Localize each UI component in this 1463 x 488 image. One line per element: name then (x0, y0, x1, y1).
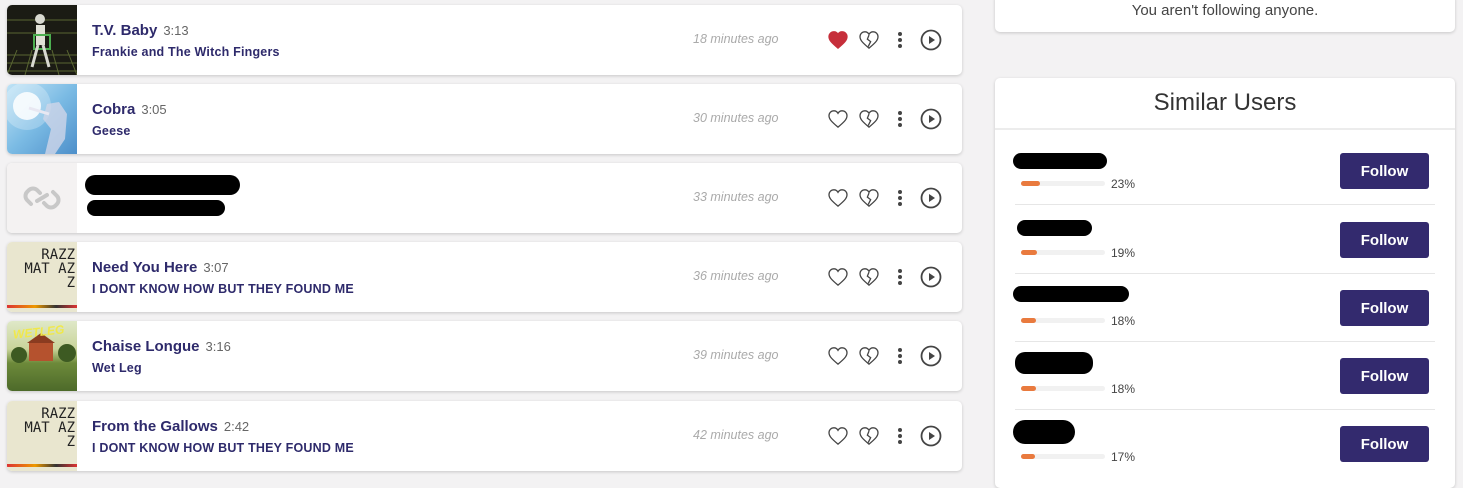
album-cover[interactable] (7, 163, 77, 233)
row-divider (1015, 409, 1435, 410)
track-title[interactable]: Cobra (92, 101, 135, 118)
similarity-bar-fill (1021, 454, 1035, 459)
broken-heart-icon[interactable] (858, 29, 880, 51)
more-options-icon[interactable] (889, 345, 911, 367)
more-options-icon[interactable] (889, 108, 911, 130)
track-row: WETLEG Chaise Longue 3:16 Wet Leg 39 minu… (7, 321, 962, 391)
track-title[interactable]: Need You Here (92, 259, 197, 276)
played-time: 42 minutes ago (693, 428, 779, 442)
more-options-icon[interactable] (889, 187, 911, 209)
similarity-bar (1021, 181, 1105, 186)
follow-button[interactable]: Follow (1340, 153, 1429, 189)
more-options-icon[interactable] (889, 29, 911, 51)
redacted-username (1017, 220, 1092, 236)
track-title[interactable]: From the Gallows (92, 418, 218, 435)
play-icon[interactable] (920, 425, 942, 447)
similarity-bar (1021, 386, 1105, 391)
track-row: RAZZ MAT AZ Z Need You Here 3:07 I DONT K… (7, 242, 962, 312)
redacted-username (1013, 153, 1107, 169)
redacted-artist (87, 200, 225, 216)
redacted-username (1015, 352, 1093, 374)
similar-user-row: 17% Follow (995, 420, 1455, 486)
album-cover[interactable] (7, 84, 77, 154)
track-title[interactable]: T.V. Baby (92, 22, 157, 39)
heart-icon[interactable] (827, 425, 849, 447)
album-cover-text: RAZZ MAT AZ Z (24, 406, 75, 450)
more-options-icon[interactable] (889, 266, 911, 288)
track-artist[interactable]: Frankie and The Witch Fingers (92, 45, 280, 59)
played-time: 30 minutes ago (693, 111, 779, 125)
play-icon[interactable] (920, 108, 942, 130)
similarity-bar-fill (1021, 250, 1037, 255)
row-divider (1015, 273, 1435, 274)
follow-button[interactable]: Follow (1340, 222, 1429, 258)
more-options-icon[interactable] (889, 425, 911, 447)
similarity-percent: 17% (1111, 450, 1136, 464)
played-time: 18 minutes ago (693, 32, 779, 46)
track-row: Cobra 3:05 Geese 30 minutes ago (7, 84, 962, 154)
broken-heart-icon[interactable] (858, 266, 880, 288)
redacted-username (1013, 286, 1129, 302)
following-empty-message: You aren't following anyone. (1131, 2, 1319, 19)
track-artist[interactable]: I DONT KNOW HOW BUT THEY FOUND ME (92, 441, 354, 455)
track-artist[interactable]: Wet Leg (92, 361, 231, 375)
panel-header-divider (995, 128, 1455, 130)
track-title[interactable]: Chaise Longue (92, 338, 200, 355)
similarity-bar-fill (1021, 386, 1036, 391)
track-duration: 3:16 (205, 339, 231, 354)
follow-button[interactable]: Follow (1340, 426, 1429, 462)
track-artist[interactable]: Geese (92, 124, 167, 138)
track-artist[interactable]: I DONT KNOW HOW BUT THEY FOUND ME (92, 282, 354, 296)
play-icon[interactable] (920, 187, 942, 209)
similarity-bar (1021, 454, 1105, 459)
track-row: T.V. Baby 3:13 Frankie and The Witch Fing… (7, 5, 962, 75)
album-cover[interactable]: WETLEG (7, 321, 77, 391)
similarity-bar-fill (1021, 181, 1040, 186)
played-time: 39 minutes ago (693, 348, 779, 362)
track-duration: 3:07 (203, 260, 229, 275)
heart-icon[interactable] (827, 108, 849, 130)
heart-icon[interactable] (827, 345, 849, 367)
album-cover[interactable]: RAZZ MAT AZ Z (7, 242, 77, 312)
similar-users-panel: Similar Users 23% Follow 19% Follow 18% … (995, 78, 1455, 488)
similarity-percent: 23% (1111, 177, 1136, 191)
album-cover-text: RAZZ MAT AZ Z (24, 247, 75, 291)
track-duration: 3:13 (163, 23, 189, 38)
row-divider (1015, 204, 1435, 205)
played-time: 36 minutes ago (693, 269, 779, 283)
track-duration: 2:42 (223, 419, 250, 434)
played-time: 33 minutes ago (693, 190, 779, 204)
heart-icon[interactable] (827, 187, 849, 209)
follow-button[interactable]: Follow (1340, 358, 1429, 394)
link-icon (23, 186, 61, 210)
heart-icon[interactable] (827, 266, 849, 288)
similarity-bar-fill (1021, 318, 1036, 323)
row-divider (1015, 341, 1435, 342)
panel-title: Similar Users (1153, 89, 1297, 116)
track-duration: 3:05 (141, 102, 167, 117)
redacted-title (85, 175, 240, 195)
track-row: 33 minutes ago (7, 163, 962, 233)
track-row: RAZZ MAT AZ Z From the Gallows 2:42 I DON… (7, 401, 962, 471)
broken-heart-icon[interactable] (858, 108, 880, 130)
similarity-percent: 18% (1111, 382, 1136, 396)
follow-button[interactable]: Follow (1340, 290, 1429, 326)
heart-icon[interactable] (827, 29, 849, 51)
similarity-bar (1021, 250, 1105, 255)
album-cover[interactable] (7, 5, 77, 75)
similarity-percent: 19% (1111, 246, 1136, 260)
similarity-percent: 18% (1111, 314, 1136, 328)
play-icon[interactable] (920, 266, 942, 288)
broken-heart-icon[interactable] (858, 425, 880, 447)
similarity-bar (1021, 318, 1105, 323)
album-cover[interactable]: RAZZ MAT AZ Z (7, 401, 77, 471)
following-panel: You aren't following anyone. (995, 0, 1455, 32)
play-icon[interactable] (920, 29, 942, 51)
broken-heart-icon[interactable] (858, 345, 880, 367)
play-icon[interactable] (920, 345, 942, 367)
redacted-username (1013, 420, 1075, 444)
broken-heart-icon[interactable] (858, 187, 880, 209)
